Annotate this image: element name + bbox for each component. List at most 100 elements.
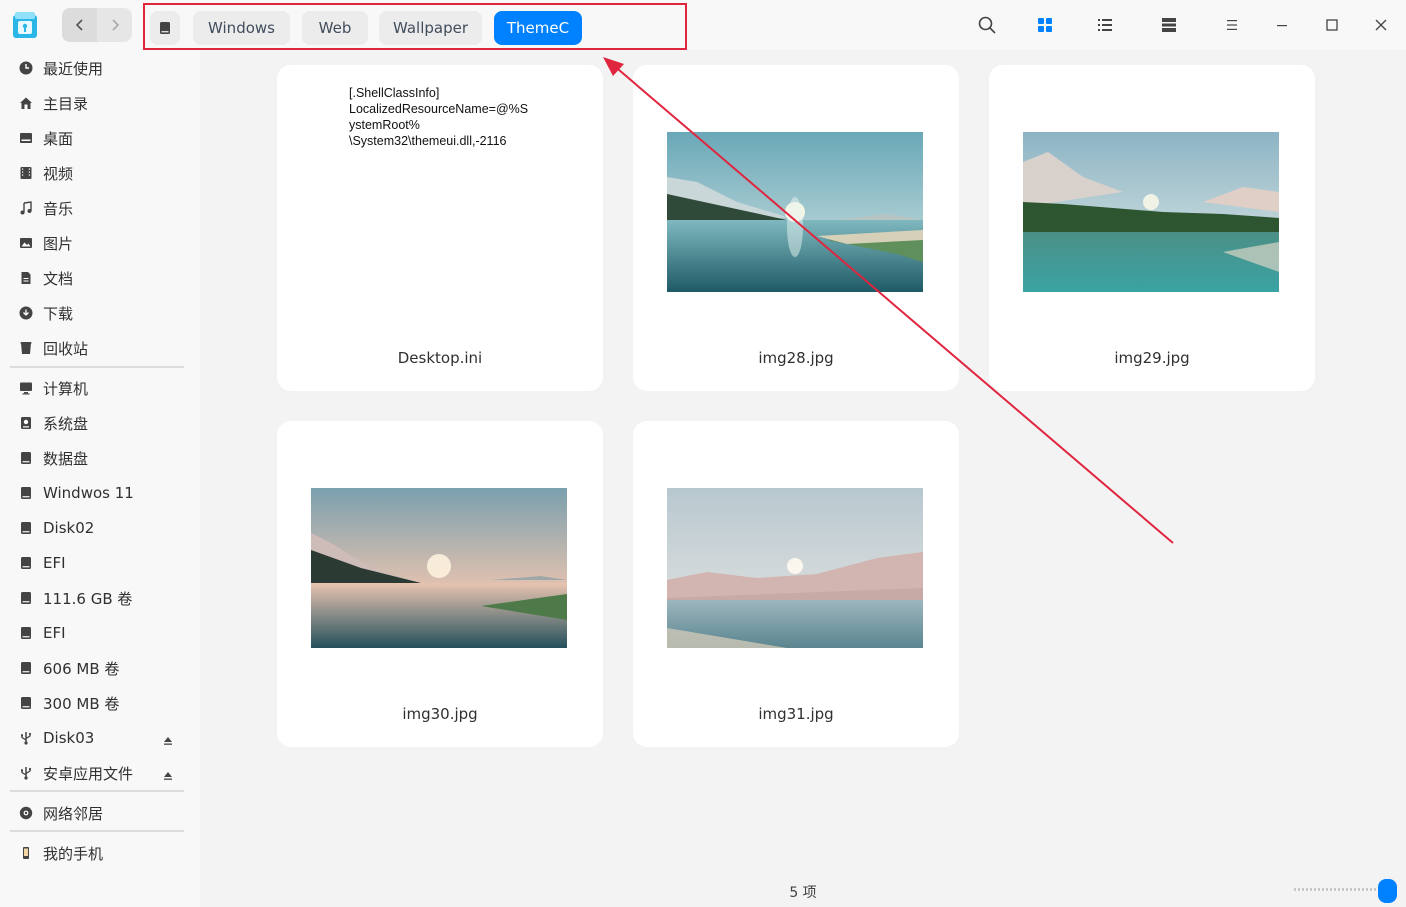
- eject-icon[interactable]: [162, 732, 174, 745]
- forward-icon: [111, 19, 119, 31]
- sidebar-item-efi-2[interactable]: EFI: [0, 617, 200, 649]
- zoom-slider-track[interactable]: [1294, 888, 1380, 891]
- close-icon: [1375, 19, 1387, 31]
- disk-icon: [18, 625, 34, 641]
- sidebar-item-pictures[interactable]: 图片: [0, 227, 200, 259]
- close-button[interactable]: [1369, 13, 1393, 37]
- sidebar-item-label: 系统盘: [43, 414, 89, 433]
- sidebar-item-label: 计算机: [43, 379, 89, 398]
- video-icon: [18, 165, 34, 181]
- sidebar-item-300mb-volume[interactable]: 300 MB 卷: [0, 687, 200, 719]
- sidebar-item-home[interactable]: 主目录: [0, 87, 200, 119]
- phone-icon: [18, 845, 34, 861]
- minimize-icon: [1277, 25, 1287, 27]
- sidebar-item-label: 数据盘: [43, 449, 89, 468]
- sidebar-item-label: 最近使用: [43, 59, 104, 78]
- disk-icon: [160, 22, 170, 34]
- sidebar-divider: [10, 830, 184, 832]
- icon-view-button[interactable]: [1033, 13, 1057, 37]
- image-thumbnail: [667, 488, 923, 648]
- sidebar: 最近使用 主目录 桌面 视频 音乐 图片 文档 下载 回收站 计算机 系统盘 数…: [0, 50, 200, 907]
- sidebar-item-label: Windwos 11: [43, 484, 134, 502]
- zoom-slider-handle[interactable]: [1378, 879, 1397, 903]
- file-item-img28[interactable]: img28.jpg: [633, 65, 959, 391]
- maximize-button[interactable]: [1320, 13, 1344, 37]
- computer-icon: [18, 380, 34, 396]
- status-item-count: 5 项: [789, 885, 817, 901]
- disk-icon: [18, 485, 34, 501]
- breadcrumb-web[interactable]: Web: [302, 11, 368, 45]
- sidebar-item-desktop[interactable]: 桌面: [0, 122, 200, 154]
- sidebar-item-efi[interactable]: EFI: [0, 547, 200, 579]
- sidebar-item-videos[interactable]: 视频: [0, 157, 200, 189]
- minimize-button[interactable]: [1270, 13, 1294, 37]
- eject-icon[interactable]: [162, 767, 174, 780]
- file-name: img30.jpg: [402, 705, 478, 723]
- desktop-icon: [18, 130, 34, 146]
- file-name: img28.jpg: [758, 349, 834, 367]
- picture-icon: [18, 235, 34, 251]
- sidebar-item-system-disk[interactable]: 系统盘: [0, 407, 200, 439]
- tree-view-button[interactable]: [1157, 13, 1181, 37]
- sidebar-item-label: 文档: [43, 269, 74, 288]
- image-thumbnail: [667, 132, 923, 292]
- sidebar-item-trash[interactable]: 回收站: [0, 332, 200, 364]
- breadcrumb-root-disk[interactable]: [150, 11, 180, 45]
- sidebar-item-label: 图片: [43, 234, 74, 253]
- list-view-button[interactable]: [1093, 13, 1117, 37]
- sidebar-item-downloads[interactable]: 下载: [0, 297, 200, 329]
- breadcrumb-themec[interactable]: ThemeC: [494, 11, 582, 45]
- sidebar-item-documents[interactable]: 文档: [0, 262, 200, 294]
- main-menu-button[interactable]: [1220, 13, 1244, 37]
- sidebar-item-music[interactable]: 音乐: [0, 192, 200, 224]
- sidebar-item-windows11[interactable]: Windwos 11: [0, 477, 200, 509]
- music-icon: [18, 200, 34, 216]
- disk-icon: [18, 660, 34, 676]
- sidebar-item-label: 主目录: [43, 94, 89, 113]
- tree-view-icon: [1162, 18, 1176, 32]
- file-name: Desktop.ini: [397, 349, 483, 367]
- sidebar-divider: [10, 366, 184, 368]
- sidebar-item-111gb-volume[interactable]: 111.6 GB 卷: [0, 582, 200, 614]
- sidebar-item-disk03[interactable]: Disk03: [0, 722, 200, 754]
- sidebar-item-label: 下载: [43, 304, 74, 323]
- usb-icon: [18, 730, 34, 746]
- forward-button[interactable]: [97, 8, 132, 42]
- sidebar-item-label: Disk02: [43, 519, 95, 537]
- menu-icon: [1227, 20, 1237, 30]
- sidebar-item-computer[interactable]: 计算机: [0, 372, 200, 404]
- disk-icon: [18, 520, 34, 536]
- image-thumbnail: [1023, 132, 1279, 292]
- sidebar-item-recent[interactable]: 最近使用: [0, 52, 200, 84]
- sidebar-item-606mb-volume[interactable]: 606 MB 卷: [0, 652, 200, 684]
- sidebar-item-label: 网络邻居: [43, 804, 104, 823]
- breadcrumb-wallpaper[interactable]: Wallpaper: [379, 11, 482, 45]
- breadcrumb: Windows Web Wallpaper ThemeC: [143, 3, 687, 50]
- search-button[interactable]: [975, 13, 999, 37]
- file-item-img29[interactable]: img29.jpg: [989, 65, 1315, 391]
- grid-view-icon: [1038, 18, 1052, 32]
- sidebar-item-label: 111.6 GB 卷: [43, 589, 133, 608]
- disk-icon: [18, 590, 34, 606]
- file-name: img31.jpg: [758, 705, 834, 723]
- sidebar-item-label: 音乐: [43, 199, 74, 218]
- sidebar-item-android-files[interactable]: 安卓应用文件: [0, 757, 200, 789]
- sidebar-item-network[interactable]: 网络邻居: [0, 797, 200, 829]
- file-item-desktop-ini[interactable]: [.ShellClassInfo] LocalizedResourceName=…: [277, 65, 603, 391]
- back-button[interactable]: [62, 8, 97, 42]
- file-item-img31[interactable]: img31.jpg: [633, 421, 959, 747]
- sidebar-item-label: EFI: [43, 554, 66, 572]
- sidebar-item-label: 606 MB 卷: [43, 659, 120, 678]
- sidebar-divider: [10, 790, 184, 792]
- sidebar-item-data-disk[interactable]: 数据盘: [0, 442, 200, 474]
- trash-icon: [18, 340, 34, 356]
- home-icon: [18, 95, 34, 111]
- image-thumbnail: [311, 488, 567, 648]
- sidebar-item-my-phone[interactable]: 我的手机: [0, 837, 200, 869]
- download-icon: [18, 305, 34, 321]
- file-item-img30[interactable]: img30.jpg: [277, 421, 603, 747]
- file-view: [.ShellClassInfo] LocalizedResourceName=…: [200, 50, 1406, 907]
- sidebar-item-disk02[interactable]: Disk02: [0, 512, 200, 544]
- list-view-icon: [1098, 19, 1112, 31]
- breadcrumb-windows[interactable]: Windows: [193, 11, 290, 45]
